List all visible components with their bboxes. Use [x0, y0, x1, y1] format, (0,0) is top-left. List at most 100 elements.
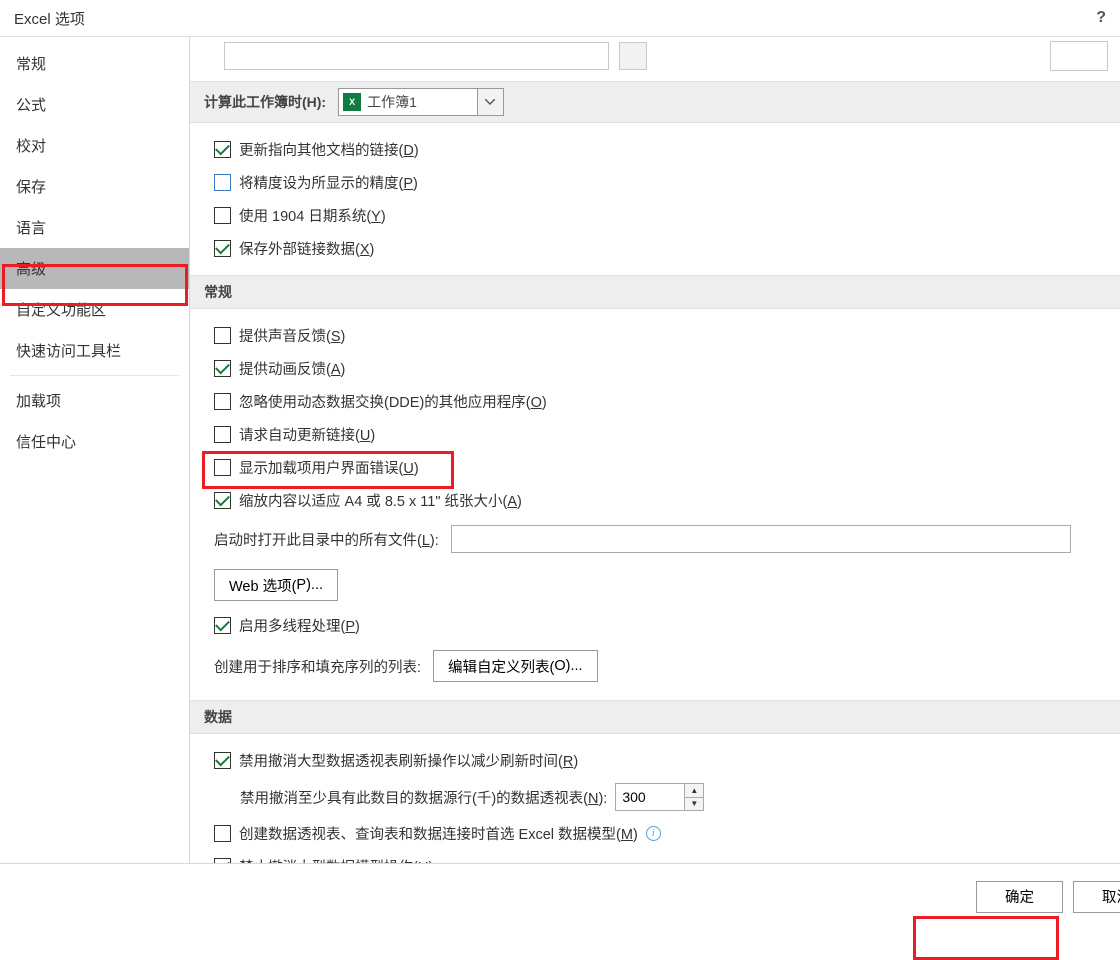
opt-precision-displayed[interactable]: 将精度设为所显示的精度(P): [214, 166, 1108, 199]
section-general-header: 常规: [190, 275, 1120, 309]
ghost-input[interactable]: [224, 42, 609, 70]
nav-label: 自定义功能区: [16, 302, 106, 319]
general-options: 提供声音反馈(S) 提供动画反馈(A) 忽略使用动态数据交换(DDE)的其他应用…: [190, 309, 1120, 700]
chevron-down-icon[interactable]: [477, 89, 503, 115]
nav-label: 公式: [16, 97, 46, 114]
opt-label: 创建数据透视表、查询表和数据连接时首选 Excel 数据模型(M): [239, 823, 638, 844]
web-options-button[interactable]: Web 选项(P)...: [214, 569, 338, 601]
checkbox[interactable]: [214, 752, 231, 769]
opt-update-links[interactable]: 更新指向其他文档的链接(D): [214, 133, 1108, 166]
titlebar: Excel 选项 ?: [0, 0, 1120, 36]
opt-label: 禁用撤消大型数据透视表刷新操作以减少刷新时间(R): [239, 750, 578, 771]
checkbox[interactable]: [214, 825, 231, 842]
opt-multithread[interactable]: 启用多线程处理(P): [214, 609, 1108, 642]
section-calc-header: 计算此工作簿时(H): X 工作簿1: [190, 81, 1120, 123]
opt-auto-update-link[interactable]: 请求自动更新链接(U): [214, 418, 1108, 451]
dialog-footer: 确定 取消: [0, 863, 1120, 917]
section-general-title: 常规: [204, 284, 232, 300]
calc-options: 更新指向其他文档的链接(D) 将精度设为所显示的精度(P) 使用 1904 日期…: [190, 123, 1120, 275]
nav-separator: [10, 375, 179, 376]
startup-files-label: 启动时打开此目录中的所有文件(L):: [214, 529, 439, 550]
nav-customize-ribbon[interactable]: 自定义功能区: [0, 289, 189, 330]
opt-animation-feedback[interactable]: 提供动画反馈(A): [214, 352, 1108, 385]
opt-label: 保存外部链接数据(X): [239, 238, 374, 259]
nav-label: 快速访问工具栏: [16, 343, 121, 360]
checkbox[interactable]: [214, 617, 231, 634]
opt-label: 请求自动更新链接(U): [239, 424, 375, 445]
section-calc-label: 计算此工作簿时(H):: [204, 92, 326, 112]
nav-label: 加载项: [16, 393, 61, 410]
ghost-button[interactable]: [1050, 41, 1108, 71]
opt-addin-ui-errors[interactable]: 显示加载项用户界面错误(U): [214, 451, 1108, 484]
nav-label: 校对: [16, 138, 46, 155]
data-options: 禁用撤消大型数据透视表刷新操作以减少刷新时间(R) 禁用撤消至少具有此数目的数据…: [190, 734, 1120, 863]
checkbox[interactable]: [214, 327, 231, 344]
opt-sound-feedback[interactable]: 提供声音反馈(S): [214, 319, 1108, 352]
ok-button[interactable]: 确定: [976, 881, 1063, 913]
checkbox[interactable]: [214, 240, 231, 257]
opt-disable-undo-pivot-refresh[interactable]: 禁用撤消大型数据透视表刷新操作以减少刷新时间(R): [214, 744, 1108, 777]
startup-files-input[interactable]: [451, 525, 1071, 553]
opt-label: 提供动画反馈(A): [239, 358, 345, 379]
opt-save-external-link[interactable]: 保存外部链接数据(X): [214, 232, 1108, 265]
checkbox[interactable]: [214, 858, 231, 863]
nav-label: 高级: [16, 261, 46, 278]
custom-list-label: 创建用于排序和填充序列的列表:: [214, 656, 421, 677]
workbook-dropdown[interactable]: X 工作簿1: [338, 88, 504, 116]
ghost-dropdown-arrow[interactable]: [619, 42, 647, 70]
opt-label: 更新指向其他文档的链接(D): [239, 139, 419, 160]
section-data-title: 数据: [204, 709, 232, 725]
pivot-threshold-input[interactable]: [615, 783, 685, 811]
opt-ignore-dde[interactable]: 忽略使用动态数据交换(DDE)的其他应用程序(O): [214, 385, 1108, 418]
section-data-header: 数据: [190, 700, 1120, 734]
opt-label: 将精度设为所显示的精度(P): [239, 172, 418, 193]
checkbox[interactable]: [214, 360, 231, 377]
startup-files-row: 启动时打开此目录中的所有文件(L):: [214, 517, 1108, 561]
help-icon[interactable]: ?: [1096, 9, 1106, 27]
checkbox[interactable]: [214, 492, 231, 509]
checkbox[interactable]: [214, 141, 231, 158]
spinner-down[interactable]: ▼: [685, 798, 703, 811]
workbook-dropdown-value: 工作簿1: [365, 92, 477, 112]
pivot-threshold-row: 禁用撤消至少具有此数目的数据源行(千)的数据透视表(N): ▲ ▼: [214, 777, 1108, 817]
opt-label: 禁止撤消大型数据模型操作(U): [239, 856, 433, 863]
pivot-threshold-label: 禁用撤消至少具有此数目的数据源行(千)的数据透视表(N):: [240, 787, 607, 808]
nav-save[interactable]: 保存: [0, 166, 189, 207]
spinner-up[interactable]: ▲: [685, 784, 703, 798]
partial-top-row: [190, 41, 1120, 81]
content-pane: 计算此工作簿时(H): X 工作簿1 更新指向其他文档的链接(D): [190, 37, 1120, 863]
edit-custom-list-button[interactable]: 编辑自定义列表(O)...: [433, 650, 598, 682]
sidebar: 常规 公式 校对 保存 语言 高级 自定义功能区 快速访问工具栏 加载项 信任中…: [0, 37, 190, 863]
checkbox[interactable]: [214, 393, 231, 410]
opt-1904-date[interactable]: 使用 1904 日期系统(Y): [214, 199, 1108, 232]
opt-label: 启用多线程处理(P): [239, 615, 360, 636]
pivot-threshold-spinner[interactable]: ▲ ▼: [615, 783, 704, 811]
checkbox[interactable]: [214, 459, 231, 476]
checkbox[interactable]: [214, 426, 231, 443]
nav-advanced[interactable]: 高级: [0, 248, 189, 289]
opt-scale-paper[interactable]: 缩放内容以适应 A4 或 8.5 x 11" 纸张大小(A): [214, 484, 1108, 517]
info-icon[interactable]: i: [646, 826, 661, 841]
nav-formula[interactable]: 公式: [0, 84, 189, 125]
opt-label: 使用 1904 日期系统(Y): [239, 205, 386, 226]
nav-trust-center[interactable]: 信任中心: [0, 421, 189, 462]
checkbox[interactable]: [214, 174, 231, 191]
opt-disable-undo-model[interactable]: 禁止撤消大型数据模型操作(U): [214, 850, 1108, 863]
nav-proofing[interactable]: 校对: [0, 125, 189, 166]
nav-label: 保存: [16, 179, 46, 196]
nav-label: 语言: [16, 220, 46, 237]
opt-label: 提供声音反馈(S): [239, 325, 345, 346]
nav-quick-access[interactable]: 快速访问工具栏: [0, 330, 189, 371]
web-options-row: Web 选项(P)...: [214, 561, 1108, 609]
opt-prefer-data-model[interactable]: 创建数据透视表、查询表和数据连接时首选 Excel 数据模型(M) i: [214, 817, 1108, 850]
nav-addins[interactable]: 加载项: [0, 380, 189, 421]
checkbox[interactable]: [214, 207, 231, 224]
opt-label: 显示加载项用户界面错误(U): [239, 457, 419, 478]
nav-label: 常规: [16, 56, 46, 73]
nav-label: 信任中心: [16, 434, 76, 451]
window-title: Excel 选项: [14, 8, 85, 29]
nav-general[interactable]: 常规: [0, 43, 189, 84]
nav-language[interactable]: 语言: [0, 207, 189, 248]
cancel-button[interactable]: 取消: [1073, 881, 1120, 913]
excel-icon: X: [343, 93, 361, 111]
